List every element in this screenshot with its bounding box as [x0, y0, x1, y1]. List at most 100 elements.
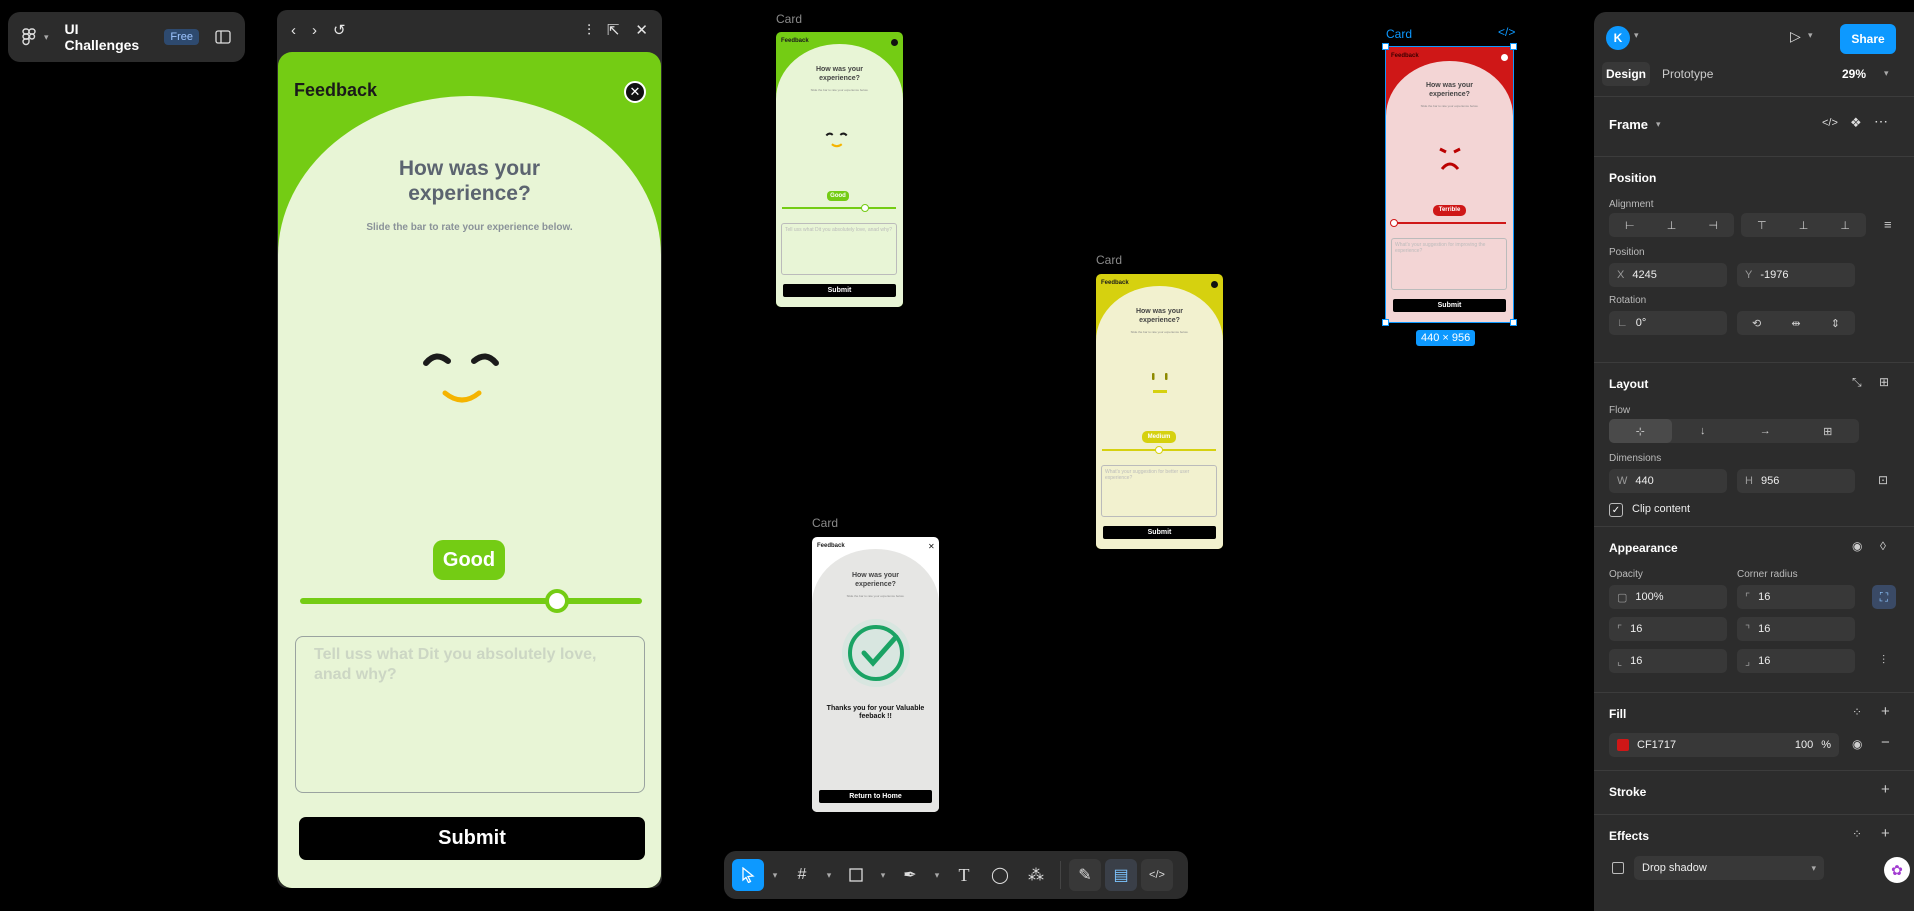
styles-icon[interactable]: ⁘ [1852, 705, 1862, 719]
comment-tool-icon[interactable]: ◯ [984, 859, 1016, 891]
flip-horizontal-icon[interactable]: ⇹ [1776, 311, 1815, 335]
open-external-icon[interactable]: ⇱ [607, 21, 620, 39]
auto-layout-icon[interactable]: ⊞ [1879, 375, 1889, 389]
flow-grid-icon[interactable]: ⊞ [1797, 419, 1860, 443]
zoom-level[interactable]: 29% [1842, 67, 1866, 81]
rotation-field[interactable]: ∟ 0° [1609, 311, 1727, 335]
frame-tool-icon[interactable]: # [786, 859, 818, 891]
artboard-card-medium[interactable]: Feedback How was your experience? Slide … [1096, 274, 1223, 549]
visibility-eye-icon[interactable]: ◉ [1852, 737, 1862, 751]
share-button[interactable]: Share [1840, 24, 1896, 54]
visibility-eye-icon[interactable]: ◉ [1852, 539, 1862, 553]
opacity-field[interactable]: ▢ 100% [1609, 585, 1727, 609]
width-field[interactable]: W 440 [1609, 469, 1727, 493]
align-middle-icon[interactable]: ⊥ [1783, 213, 1825, 237]
draw-mode-icon[interactable]: ✎ [1069, 859, 1101, 891]
rating-slider-thumb[interactable] [544, 589, 569, 613]
chevron-down-icon[interactable]: ▾ [930, 859, 944, 891]
x-position-field[interactable]: X 4245 [1609, 263, 1727, 287]
constrain-proportions-icon[interactable]: ⊡ [1878, 473, 1888, 487]
resize-to-fit-icon[interactable]: ⤡ [1852, 375, 1862, 390]
tab-design[interactable]: Design [1602, 62, 1650, 86]
rectangle-tool-icon[interactable] [840, 859, 872, 891]
figma-menu-icon[interactable] [22, 28, 36, 46]
code-icon[interactable]: </> [1822, 117, 1838, 129]
code-icon[interactable]: </> [1498, 25, 1515, 39]
chevron-down-icon[interactable]: ▾ [822, 859, 836, 891]
add-effect-icon[interactable]: + [1881, 825, 1890, 842]
radius-bottom-right-field[interactable]: ⌟ 16 [1737, 649, 1855, 673]
file-name[interactable]: UI Challenges [65, 21, 157, 53]
text-tool-icon[interactable]: T [948, 859, 980, 891]
remove-fill-icon[interactable]: − [1881, 734, 1890, 751]
effect-dropdown[interactable]: Drop shadow ▾ [1634, 856, 1824, 880]
radius-top-right-field[interactable]: ⌝ 16 [1737, 617, 1855, 641]
align-left-icon[interactable]: ⊢ [1609, 213, 1651, 237]
height-field[interactable]: H 956 [1737, 469, 1855, 493]
align-top-icon[interactable]: ⊤ [1741, 213, 1783, 237]
flip-vertical-icon[interactable]: ⇕ [1816, 311, 1855, 335]
feedback-textarea[interactable]: Tell uss what Dit you absolutely love, a… [295, 636, 645, 793]
close-button[interactable]: ✕ [624, 81, 646, 103]
corner-radius-field[interactable]: ⌜ 16 [1737, 585, 1855, 609]
chevron-down-icon[interactable]: ▾ [1808, 30, 1813, 41]
more-options-icon[interactable]: ⋯ [1874, 113, 1888, 130]
flow-horizontal-icon[interactable]: → [1734, 419, 1797, 443]
effect-type-icon[interactable] [1612, 862, 1624, 874]
blend-mode-icon[interactable]: ◊ [1880, 539, 1886, 553]
fill-color-field[interactable]: CF1717 100 % [1609, 733, 1839, 757]
dev-mode-icon[interactable]: </> [1141, 859, 1173, 891]
settings-sliders-icon[interactable]: ⫶ [587, 22, 591, 39]
pen-tool-icon[interactable]: ✒ [894, 859, 926, 891]
chevron-down-icon[interactable]: ▾ [1634, 30, 1639, 41]
resize-handle[interactable] [1382, 319, 1389, 326]
chevron-down-icon[interactable]: ▾ [876, 859, 890, 891]
flow-vertical-icon[interactable]: ↓ [1672, 419, 1735, 443]
resize-handle[interactable] [1382, 43, 1389, 50]
styles-icon[interactable]: ⁘ [1852, 827, 1862, 841]
resize-handle[interactable] [1510, 43, 1517, 50]
restart-icon[interactable]: ↺ [333, 21, 346, 39]
artboard-card-good[interactable]: Feedback How was your experience? Slide … [776, 32, 903, 307]
present-play-icon[interactable]: ▷ [1790, 28, 1801, 45]
rotate-icon[interactable]: ⟲ [1737, 311, 1776, 335]
assistant-icon[interactable]: ✿ [1884, 857, 1910, 883]
align-center-h-icon[interactable]: ⊥ [1651, 213, 1693, 237]
radius-top-left-field[interactable]: ⌜ 16 [1609, 617, 1727, 641]
align-right-icon[interactable]: ⊣ [1692, 213, 1734, 237]
radius-bottom-left-field[interactable]: ⌞ 16 [1609, 649, 1727, 673]
artboard-card-thanks[interactable]: Feedback ✕ How was your experience? Slid… [812, 537, 939, 812]
move-tool-icon[interactable] [732, 859, 764, 891]
artboard-label[interactable]: Card [1096, 253, 1122, 267]
fill-swatch[interactable] [1617, 739, 1629, 751]
actions-tool-icon[interactable]: ⁂ [1020, 859, 1052, 891]
y-position-field[interactable]: Y -1976 [1737, 263, 1855, 287]
forward-icon[interactable]: › [312, 22, 317, 39]
design-mode-icon[interactable]: ▤ [1105, 859, 1137, 891]
independent-corners-icon[interactable]: ⛶ [1872, 585, 1896, 609]
rating-slider-track[interactable] [300, 598, 642, 604]
chevron-down-icon[interactable]: ▾ [44, 32, 49, 43]
chevron-down-icon[interactable]: ▾ [768, 859, 782, 891]
chevron-down-icon[interactable]: ▾ [1656, 119, 1661, 130]
frame-type-label[interactable]: Frame [1609, 117, 1648, 132]
resize-handle[interactable] [1510, 319, 1517, 326]
chevron-down-icon[interactable]: ▾ [1884, 68, 1889, 79]
tab-prototype[interactable]: Prototype [1662, 67, 1713, 81]
add-fill-icon[interactable]: + [1881, 703, 1890, 720]
artboard-label[interactable]: Card [812, 516, 838, 530]
stroke-settings-icon[interactable]: ⫶ [1882, 653, 1885, 668]
flow-freeform-icon[interactable]: ⊹ [1609, 419, 1672, 443]
artboard-label[interactable]: Card [1386, 27, 1412, 41]
add-stroke-icon[interactable]: + [1881, 781, 1890, 798]
align-bottom-icon[interactable]: ⊥ [1824, 213, 1866, 237]
close-icon[interactable]: ✕ [635, 21, 648, 39]
clip-content-checkbox[interactable]: ✓ [1609, 503, 1623, 517]
back-icon[interactable]: ‹ [291, 22, 296, 39]
artboard-label[interactable]: Card [776, 12, 802, 26]
sidebar-toggle-icon[interactable] [215, 30, 231, 44]
distribute-icon[interactable]: ≡ [1884, 217, 1892, 232]
avatar[interactable]: K [1606, 26, 1630, 50]
component-icon[interactable]: ❖ [1850, 115, 1862, 131]
submit-button[interactable]: Submit [299, 817, 645, 860]
